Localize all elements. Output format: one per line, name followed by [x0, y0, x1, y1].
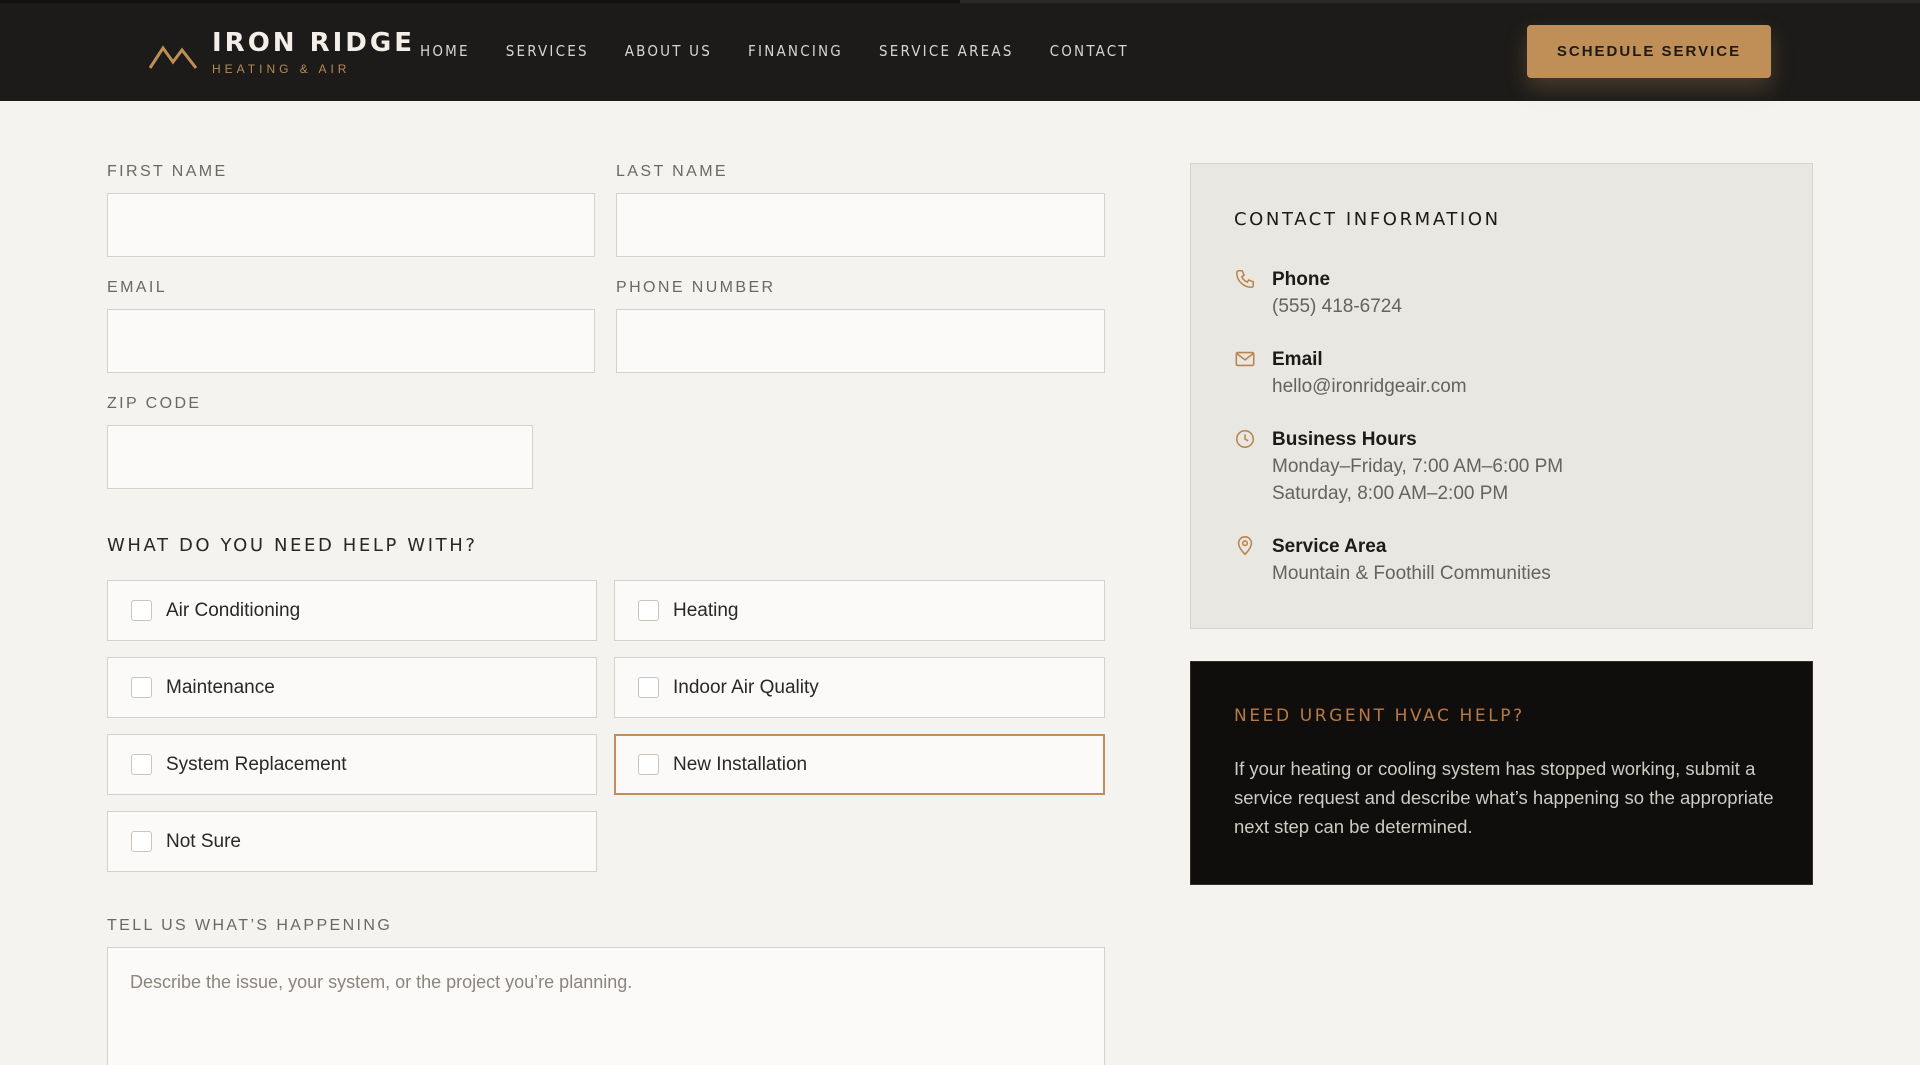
option-label: Heating	[673, 599, 739, 621]
details-textarea[interactable]: Describe the issue, your system, or the …	[107, 947, 1105, 1065]
nav-item-service-areas[interactable]: SERVICE AREAS	[879, 40, 1014, 62]
help-section-title: WHAT DO YOU NEED HELP WITH?	[107, 535, 478, 556]
site-header: IRON RIDGE HEATING & AIR HOME SERVICES A…	[0, 0, 1920, 101]
nav-item-about-us[interactable]: ABOUT US	[625, 40, 712, 62]
contact-service-area: Service Area Mountain & Foothill Communi…	[1234, 534, 1551, 587]
details-label: TELL US WHAT’S HAPPENING	[107, 917, 393, 934]
brand-name: IRON RIDGE	[212, 28, 415, 58]
contact-info-card: CONTACT INFORMATION Phone (555) 418-6724…	[1190, 163, 1813, 629]
nav-item-financing[interactable]: FINANCING	[748, 40, 843, 62]
contact-service-area-value: Mountain & Foothill Communities	[1272, 563, 1551, 584]
option-indoor-air-quality[interactable]: Indoor Air Quality	[614, 657, 1105, 718]
first-name-label: FIRST NAME	[107, 163, 228, 180]
map-pin-icon	[1237, 536, 1253, 556]
last-name-field[interactable]	[616, 193, 1105, 257]
contact-service-area-heading: Service Area	[1272, 536, 1387, 557]
zip-code-label: ZIP CODE	[107, 395, 202, 412]
contact-phone-heading: Phone	[1272, 269, 1331, 290]
checkbox[interactable]	[131, 677, 152, 698]
contact-hours-heading: Business Hours	[1272, 429, 1417, 450]
urgent-help-card: NEED URGENT HVAC HELP? If your heating o…	[1190, 661, 1813, 885]
schedule-service-button[interactable]: SCHEDULE SERVICE	[1527, 25, 1771, 78]
checkbox[interactable]	[131, 600, 152, 621]
phone-icon	[1235, 269, 1255, 289]
header-top-border-light	[960, 0, 1920, 3]
option-not-sure[interactable]: Not Sure	[107, 811, 597, 872]
contact-phone: Phone (555) 418-6724	[1234, 267, 1402, 320]
header-top-border	[0, 0, 960, 3]
contact-info-title: CONTACT INFORMATION	[1234, 209, 1501, 230]
contact-hours-weekday: Monday–Friday, 7:00 AM–6:00 PM	[1272, 456, 1564, 477]
checkbox[interactable]	[131, 754, 152, 775]
option-air-conditioning[interactable]: Air Conditioning	[107, 580, 597, 641]
urgent-help-text: If your heating or cooling system has st…	[1234, 758, 1774, 837]
urgent-help-title: NEED URGENT HVAC HELP?	[1234, 706, 1525, 726]
contact-email-heading: Email	[1272, 349, 1323, 370]
clock-icon	[1235, 429, 1255, 449]
option-system-replacement[interactable]: System Replacement	[107, 734, 597, 795]
checkbox[interactable]	[638, 677, 659, 698]
nav-item-home[interactable]: HOME	[420, 40, 470, 62]
first-name-field[interactable]	[107, 193, 595, 257]
mail-icon	[1235, 351, 1255, 367]
nav-item-services[interactable]: SERVICES	[506, 40, 589, 62]
option-label: New Installation	[673, 753, 808, 775]
nav-item-contact[interactable]: CONTACT	[1050, 40, 1129, 62]
checkbox[interactable]	[131, 831, 152, 852]
checkbox[interactable]	[638, 600, 659, 621]
details-placeholder: Describe the issue, your system, or the …	[130, 972, 633, 992]
option-label: System Replacement	[166, 753, 347, 775]
contact-hours-saturday: Saturday, 8:00 AM–2:00 PM	[1272, 483, 1509, 504]
email-field[interactable]	[107, 309, 595, 373]
zip-code-field[interactable]	[107, 425, 533, 489]
phone-field[interactable]	[616, 309, 1105, 373]
brand-logo-link[interactable]: IRON RIDGE HEATING & AIR	[148, 26, 415, 76]
mountain-peaks-icon	[148, 45, 198, 69]
last-name-label: LAST NAME	[616, 163, 728, 180]
option-label: Not Sure	[166, 830, 241, 852]
option-new-installation[interactable]: New Installation	[614, 734, 1105, 795]
contact-hours: Business Hours Monday–Friday, 7:00 AM–6:…	[1234, 427, 1563, 507]
option-label: Maintenance	[166, 676, 275, 698]
contact-email: Email hello@ironridgeair.com	[1234, 347, 1467, 400]
contact-phone-value[interactable]: (555) 418-6724	[1272, 293, 1402, 320]
phone-label: PHONE NUMBER	[616, 279, 776, 296]
option-label: Indoor Air Quality	[673, 676, 819, 698]
option-label: Air Conditioning	[166, 599, 301, 621]
main-nav: HOME SERVICES ABOUT US FINANCING SERVICE…	[420, 40, 1165, 62]
option-maintenance[interactable]: Maintenance	[107, 657, 597, 718]
contact-email-value[interactable]: hello@ironridgeair.com	[1272, 373, 1467, 400]
checkbox[interactable]	[638, 754, 659, 775]
brand-text: IRON RIDGE HEATING & AIR	[212, 26, 415, 76]
brand-tagline: HEATING & AIR	[212, 62, 351, 76]
email-label: EMAIL	[107, 279, 168, 296]
option-heating[interactable]: Heating	[614, 580, 1105, 641]
